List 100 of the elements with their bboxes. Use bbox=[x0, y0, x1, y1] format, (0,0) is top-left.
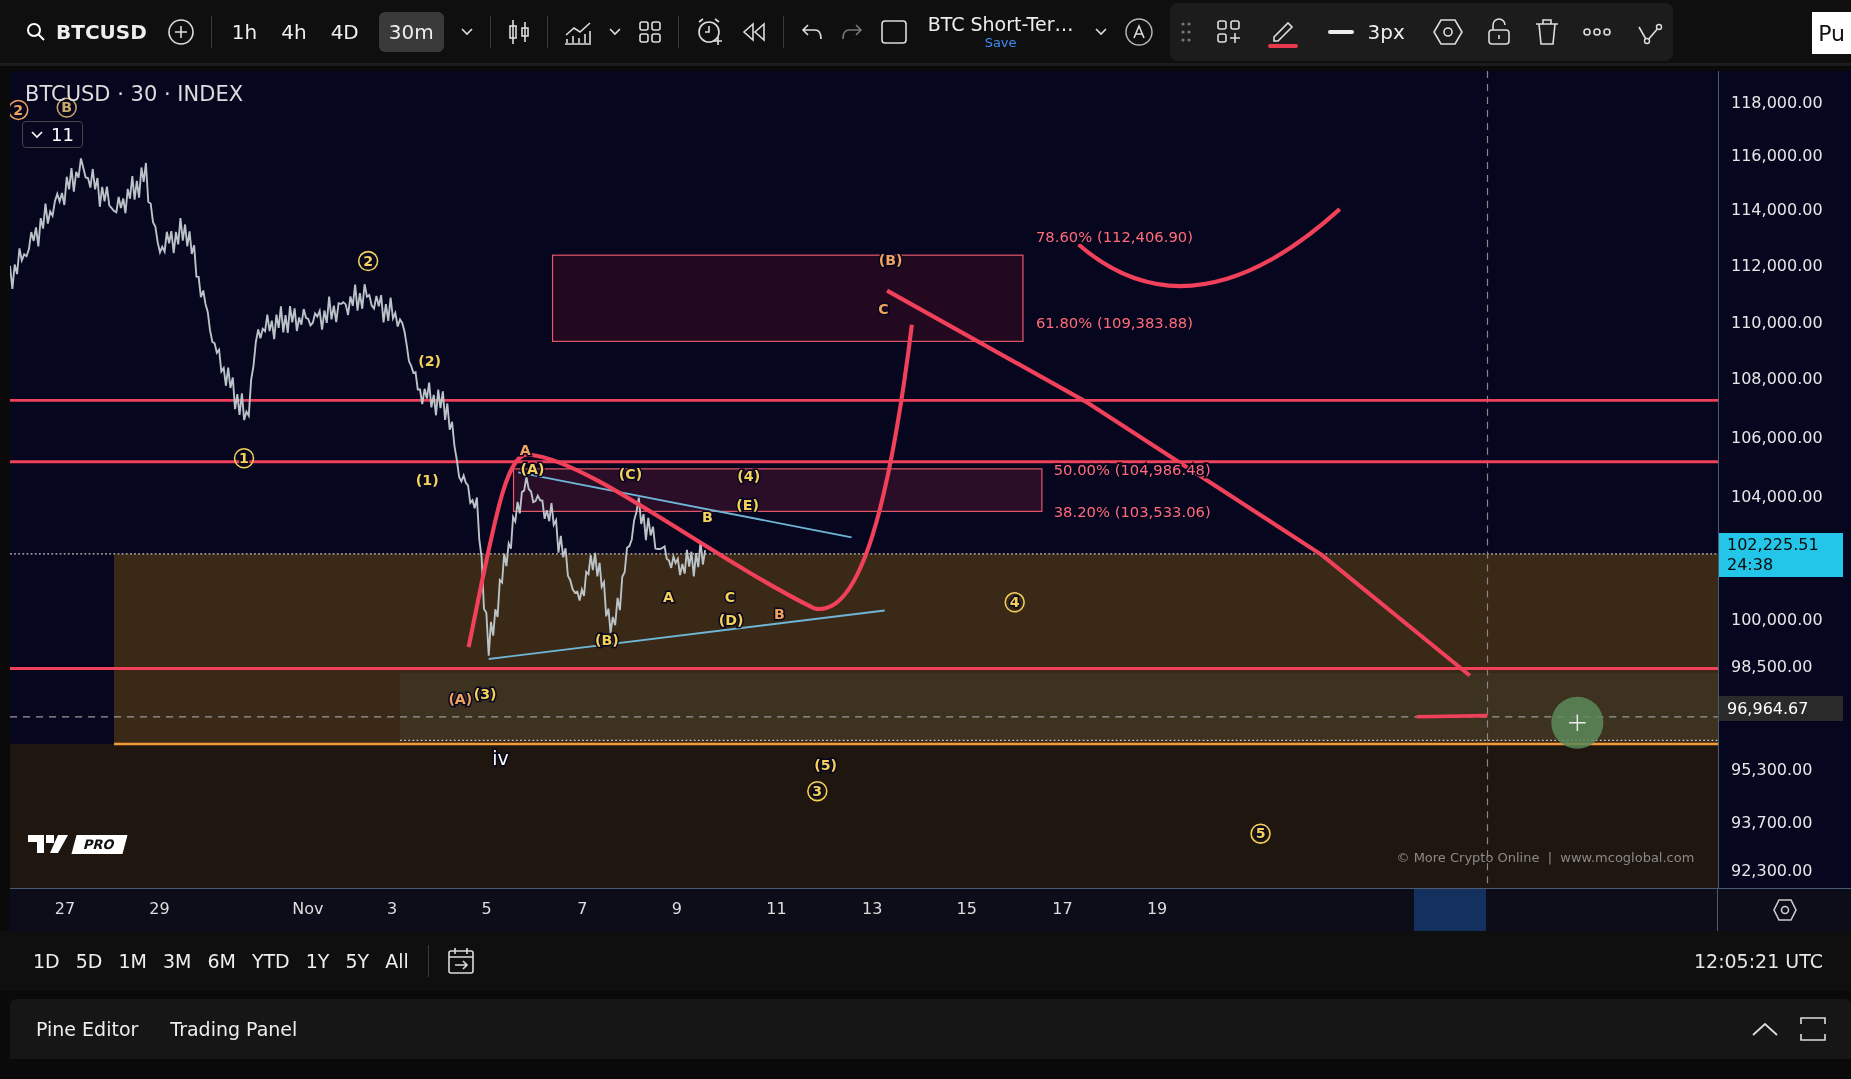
wave-label: 3 bbox=[807, 780, 828, 802]
bar-countdown: 24:38 bbox=[1727, 555, 1775, 576]
time-tick: 9 bbox=[671, 899, 682, 918]
interval-button[interactable]: 4h bbox=[277, 13, 311, 50]
price-level-line[interactable] bbox=[114, 742, 1718, 746]
wave-label: (A) bbox=[448, 690, 473, 707]
price-tick: 98,500.00 bbox=[1731, 657, 1813, 677]
line-width-icon bbox=[1327, 28, 1354, 35]
price-tick: 114,000.00 bbox=[1731, 200, 1823, 220]
price-tick: 92,300.00 bbox=[1731, 860, 1813, 880]
caret-icon[interactable] bbox=[459, 26, 474, 37]
crosshair-handle[interactable] bbox=[1551, 696, 1604, 749]
fib-level-label: 38.20% (103,533.06) bbox=[1053, 503, 1211, 521]
range-button[interactable]: 1Y bbox=[298, 946, 337, 976]
projection-line[interactable] bbox=[1416, 713, 1488, 719]
wave-label: (B) bbox=[878, 251, 903, 268]
wave-label: C bbox=[724, 589, 736, 606]
wave-label: B bbox=[702, 509, 713, 525]
interval-button[interactable]: 30m bbox=[378, 11, 444, 52]
chart-note: © More Crypto Online | www.mcoglobal.com bbox=[1396, 850, 1695, 865]
range-button[interactable]: 6M bbox=[200, 946, 243, 976]
symbol-search-button[interactable]: BTCUSD bbox=[22, 13, 151, 50]
time-tick: 29 bbox=[149, 899, 170, 918]
chevron-up-icon[interactable] bbox=[1751, 1021, 1779, 1037]
redo-icon[interactable] bbox=[839, 21, 864, 42]
price-tick: 118,000.00 bbox=[1731, 92, 1823, 112]
range-button[interactable]: 1D bbox=[26, 946, 67, 976]
time-tick: 7 bbox=[577, 899, 588, 918]
wave-label: (2) bbox=[418, 353, 441, 370]
time-tick: 19 bbox=[1146, 899, 1168, 918]
time-range-highlight bbox=[1414, 889, 1486, 931]
indicators-toggle[interactable]: 11 bbox=[22, 121, 83, 148]
text-circle-icon[interactable] bbox=[1123, 16, 1154, 47]
layout-button[interactable]: BTC Short-Ter… Save bbox=[923, 13, 1078, 50]
wave-label: (5) bbox=[814, 756, 837, 773]
range-button[interactable]: All bbox=[378, 946, 416, 976]
price-tick: 108,000.00 bbox=[1731, 369, 1823, 389]
wave-label: C bbox=[878, 301, 889, 318]
candles-icon[interactable] bbox=[506, 17, 531, 46]
projection-curve[interactable] bbox=[466, 324, 914, 648]
settings-icon[interactable] bbox=[1772, 899, 1797, 921]
time-tick: 15 bbox=[956, 899, 977, 918]
publish-button[interactable]: Pu bbox=[1812, 12, 1851, 54]
range-button[interactable]: 1M bbox=[111, 946, 154, 976]
time-tick: 17 bbox=[1052, 899, 1073, 918]
price-tick: 104,000.00 bbox=[1731, 487, 1823, 507]
interval-button[interactable]: 4D bbox=[326, 13, 363, 50]
panel-tab[interactable]: Pine Editor bbox=[30, 1014, 145, 1044]
time-tick: 3 bbox=[386, 899, 398, 918]
wave-label: (3) bbox=[473, 686, 497, 703]
wave-label: 2 bbox=[357, 250, 379, 272]
clock[interactable]: 12:05:21 UTC bbox=[1693, 950, 1823, 972]
wave-label: (1) bbox=[415, 472, 439, 489]
price-tick: 93,700.00 bbox=[1731, 813, 1813, 833]
wave-label: iv bbox=[492, 747, 509, 770]
line-width-button[interactable]: 3px bbox=[1323, 13, 1409, 50]
cursor-price-label: 96,964.67 bbox=[1719, 696, 1843, 722]
projection-line[interactable] bbox=[886, 288, 1472, 678]
maximize-icon[interactable] bbox=[1799, 1016, 1827, 1042]
time-tick: 27 bbox=[54, 899, 76, 918]
calendar-goto-icon[interactable] bbox=[446, 947, 477, 975]
wave-label: B bbox=[774, 605, 785, 622]
caret-icon bbox=[31, 130, 43, 139]
time-tick: Nov bbox=[292, 899, 324, 918]
unlock-icon[interactable] bbox=[1486, 17, 1511, 46]
wave-label: (B) bbox=[595, 631, 619, 648]
layout-grid-icon[interactable] bbox=[637, 19, 662, 44]
interval-button[interactable]: 1h bbox=[227, 13, 262, 50]
caret-icon[interactable] bbox=[1093, 26, 1108, 37]
horizontal-line[interactable] bbox=[10, 666, 1718, 670]
time-tick: 5 bbox=[481, 899, 492, 918]
more-icon[interactable] bbox=[1582, 27, 1611, 36]
undo-icon[interactable] bbox=[799, 21, 824, 42]
panel-tab[interactable]: Trading Panel bbox=[164, 1014, 304, 1044]
wave-label: 4 bbox=[1004, 592, 1025, 613]
price-tick: 112,000.00 bbox=[1731, 255, 1823, 275]
trend-line[interactable] bbox=[487, 609, 886, 660]
horizontal-line[interactable] bbox=[10, 398, 1718, 402]
price-tick: 95,300.00 bbox=[1731, 760, 1813, 780]
price-tick: 106,000.00 bbox=[1731, 428, 1823, 448]
range-button[interactable]: YTD bbox=[244, 946, 297, 976]
price-tick: 116,000.00 bbox=[1731, 146, 1823, 166]
add-template-icon[interactable] bbox=[1215, 18, 1242, 45]
range-button[interactable]: 5Y bbox=[338, 946, 377, 976]
fib-level-label: 78.60% (112,406.90) bbox=[1036, 228, 1193, 246]
search-icon bbox=[26, 21, 46, 42]
wave-label: 5 bbox=[1250, 823, 1271, 844]
settings-icon[interactable] bbox=[1432, 17, 1463, 46]
time-tick: 13 bbox=[862, 899, 883, 918]
range-button[interactable]: 3M bbox=[155, 946, 199, 976]
square-icon[interactable] bbox=[879, 18, 908, 45]
fib-level-label: 61.80% (109,383.88) bbox=[1036, 314, 1193, 332]
range-button[interactable]: 5D bbox=[68, 946, 110, 976]
wave-label: A bbox=[662, 589, 674, 606]
price-tick: 110,000.00 bbox=[1731, 312, 1823, 332]
trash-icon[interactable] bbox=[1534, 17, 1559, 46]
caret-icon[interactable] bbox=[607, 26, 622, 37]
drag-handle-icon[interactable] bbox=[1179, 20, 1192, 43]
rewind-icon[interactable] bbox=[740, 20, 767, 43]
add-circle-icon[interactable] bbox=[166, 17, 195, 46]
